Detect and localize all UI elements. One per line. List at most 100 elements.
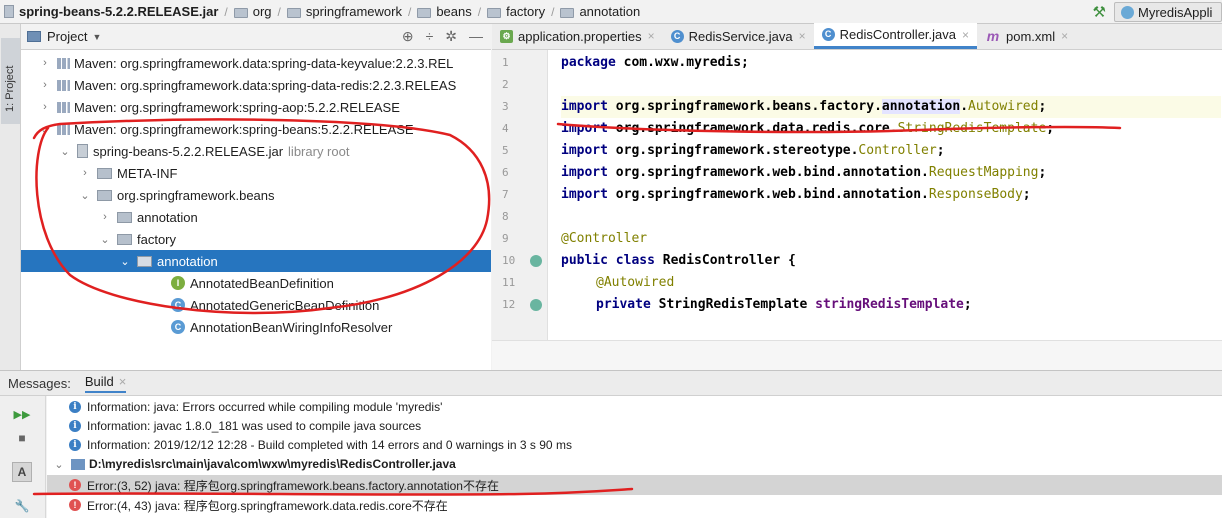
tab-build[interactable]: Build × (84, 374, 127, 393)
hide-icon[interactable]: — (469, 28, 483, 45)
chevron-right-icon[interactable]: › (39, 79, 51, 91)
tree-item-spring-beans-library[interactable]: ⌄ Maven: org.springframework:spring-bean… (21, 118, 491, 140)
project-view-title[interactable]: Project (47, 29, 87, 44)
collapse-all-icon[interactable]: ÷ (426, 28, 434, 45)
package-icon (137, 255, 152, 267)
warning-filter-icon[interactable]: A (12, 462, 32, 482)
package-icon (117, 233, 132, 245)
message-row[interactable]: i Information: javac 1.8.0_181 was used t… (47, 416, 1222, 436)
editor-gutter: 1 2 3 4 5 6 7 8 9 10 11 12 (492, 50, 548, 370)
code-line: package com.wxw.myredis; (561, 55, 749, 70)
chevron-down-icon[interactable]: ⌄ (119, 255, 131, 268)
gear-icon[interactable]: ✲ (445, 28, 457, 45)
message-error-row[interactable]: ! Error:(4, 43) java: 程序包org.springframew… (47, 495, 1222, 515)
breadcrumb-jar[interactable]: spring-beans-5.2.2.RELEASE.jar (4, 4, 218, 19)
chevron-right-icon[interactable]: › (79, 167, 91, 179)
stop-icon[interactable]: ■ (12, 428, 32, 448)
editor-tabs: ⚙ application.properties × C RedisService.j… (492, 23, 1222, 50)
code-line: @Controller (561, 231, 648, 246)
tree-item[interactable]: › Maven: org.springframework.data:spring… (21, 52, 491, 74)
tab-application-properties[interactable]: ⚙ application.properties × (492, 23, 663, 49)
code-editor[interactable]: package com.wxw.myredis; import org.spri… (548, 50, 1222, 370)
spring-autowire-icon[interactable] (530, 299, 542, 311)
chevron-down-icon[interactable]: ⌄ (59, 145, 71, 158)
tree-item-package[interactable]: › annotation (21, 206, 491, 228)
chevron-down-icon[interactable]: ⌄ (53, 458, 65, 471)
maven-icon: m (986, 27, 1000, 44)
wrench-icon[interactable]: 🔧 (12, 496, 32, 516)
line-number: 2 (502, 78, 509, 91)
close-icon[interactable]: × (648, 29, 655, 43)
jar-icon (4, 5, 14, 18)
class-icon: C (821, 28, 835, 41)
folder-icon (71, 458, 85, 470)
chevron-right-icon[interactable]: › (99, 211, 111, 223)
left-tool-strip: 1: Project (0, 24, 21, 370)
message-row[interactable]: i Information: java: Errors occurred whil… (47, 397, 1222, 417)
build-messages: i Information: java: Errors occurred whil… (47, 396, 1222, 518)
breadcrumb-beans[interactable]: beans (417, 4, 472, 19)
build-hammer-icon[interactable]: ⚒ (1093, 3, 1106, 21)
close-icon[interactable]: × (1061, 29, 1068, 43)
error-icon: ! (69, 499, 81, 511)
tree-item[interactable]: › Maven: org.springframework:spring-aop:… (21, 96, 491, 118)
tree-item-class[interactable]: I AnnotatedBeanDefinition (21, 272, 491, 294)
rerun-icon[interactable]: ▶▶ (12, 404, 32, 424)
tree-item-jar[interactable]: ⌄ spring-beans-5.2.2.RELEASE.jar library… (21, 140, 491, 162)
line-number: 10 (502, 254, 516, 267)
close-icon[interactable]: × (962, 28, 969, 42)
chevron-right-icon[interactable]: › (39, 101, 51, 113)
library-icon (57, 123, 70, 135)
code-line: private StringRedisTemplate stringRedisT… (596, 297, 972, 312)
project-panel-header: Project ▼ ⊕ ÷ ✲ — (21, 24, 491, 50)
editor-footer (492, 340, 1222, 370)
line-number: 4 (502, 122, 509, 135)
tree-item[interactable]: › Maven: org.springframework.data:spring… (21, 74, 491, 96)
info-icon: i (69, 420, 81, 432)
chevron-down-icon[interactable]: ⌄ (79, 189, 91, 202)
navigation-breadcrumb: spring-beans-5.2.2.RELEASE.jar / org / s… (0, 0, 1222, 24)
message-row[interactable]: i Information: 2019/12/12 12:28 - Build c… (47, 435, 1222, 455)
info-icon: i (69, 401, 81, 413)
library-icon (57, 79, 70, 91)
code-line-current: import org.springframework.beans.factory… (561, 96, 1221, 118)
code-line: import org.springframework.stereotype.Co… (561, 143, 945, 158)
toolbar-right: ⚒ MyredisAppli (1093, 2, 1222, 22)
line-number: 9 (502, 232, 509, 245)
breadcrumb-org[interactable]: org (233, 4, 272, 19)
tree-item-package[interactable]: ⌄ factory (21, 228, 491, 250)
code-line: import org.springframework.web.bind.anno… (561, 187, 1031, 202)
line-number: 6 (502, 166, 509, 179)
chevron-down-icon[interactable]: ⌄ (99, 233, 111, 246)
chevron-down-icon[interactable]: ⌄ (39, 123, 51, 136)
message-file-row[interactable]: ⌄ D:\myredis\src\main\java\com\wxw\myred… (47, 454, 1222, 474)
properties-file-icon: ⚙ (500, 29, 513, 43)
close-icon[interactable]: × (119, 374, 127, 389)
run-configuration-selector[interactable]: MyredisAppli (1114, 2, 1222, 22)
project-tool-window-tab[interactable]: 1: Project (1, 38, 20, 124)
tree-item-class[interactable]: C AnnotationBeanWiringInfoResolver (21, 316, 491, 338)
breadcrumb-annotation[interactable]: annotation (560, 4, 640, 19)
line-number: 5 (502, 144, 509, 157)
message-error-row-selected[interactable]: ! Error:(3, 52) java: 程序包org.springframew… (47, 475, 1222, 495)
tab-redis-controller[interactable]: C RedisController.java × (813, 23, 978, 49)
code-line: import org.springframework.data.redis.co… (561, 121, 1055, 136)
line-number: 12 (502, 298, 516, 311)
messages-toolbar: ▶▶ ■ A 🔧 (0, 396, 46, 518)
info-icon: i (69, 439, 81, 451)
tab-redis-service[interactable]: C RedisService.java × (663, 23, 814, 49)
tree-item-selected-package[interactable]: ⌄ annotation (21, 250, 491, 272)
locate-icon[interactable]: ⊕ (402, 28, 414, 45)
breadcrumb-springframework[interactable]: springframework (286, 4, 402, 19)
tree-item-class[interactable]: C AnnotatedGenericBeanDefinition (21, 294, 491, 316)
chevron-right-icon[interactable]: › (39, 57, 51, 69)
spring-boot-icon (1121, 5, 1134, 19)
close-icon[interactable]: × (799, 29, 806, 43)
code-line: import org.springframework.web.bind.anno… (561, 165, 1047, 180)
chevron-down-icon[interactable]: ▼ (92, 32, 101, 42)
tree-item-meta-inf[interactable]: › META-INF (21, 162, 491, 184)
tab-pom-xml[interactable]: m pom.xml × (977, 23, 1076, 49)
tree-item-package[interactable]: ⌄ org.springframework.beans (21, 184, 491, 206)
breadcrumb-factory[interactable]: factory (487, 4, 545, 19)
spring-bean-icon[interactable] (530, 255, 542, 267)
